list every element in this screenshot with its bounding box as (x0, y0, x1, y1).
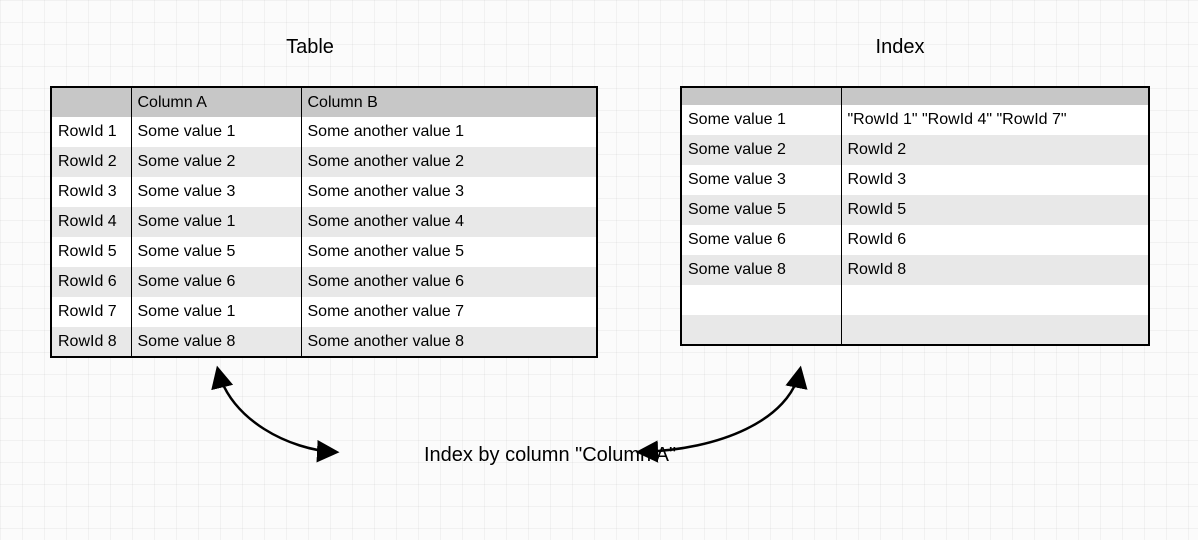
table-cell: RowId 6 (841, 225, 1149, 255)
table-cell: Some another value 8 (301, 327, 597, 357)
table-cell: Some value 6 (131, 267, 301, 297)
table-cell: RowId 8 (51, 327, 131, 357)
table-row: RowId 3Some value 3Some another value 3 (51, 177, 597, 207)
table-row: RowId 7Some value 1Some another value 7 (51, 297, 597, 327)
table-row: Some value 6RowId 6 (681, 225, 1149, 255)
table-row: RowId 1Some value 1Some another value 1 (51, 117, 597, 147)
table-row: Some value 8RowId 8 (681, 255, 1149, 285)
table-cell: RowId 2 (841, 135, 1149, 165)
table-cell: Some another value 5 (301, 237, 597, 267)
table-cell: "RowId 1" "RowId 4" "RowId 7" (841, 105, 1149, 135)
data-table: Column A Column B RowId 1Some value 1Som… (50, 86, 598, 358)
table-header-row (681, 87, 1149, 105)
table-cell: RowId 6 (51, 267, 131, 297)
table-cell: RowId 7 (51, 297, 131, 327)
table-cell: RowId 3 (51, 177, 131, 207)
table-cell (841, 285, 1149, 315)
table-header-row: Column A Column B (51, 87, 597, 117)
table-cell: Some value 1 (131, 207, 301, 237)
table-cell: RowId 3 (841, 165, 1149, 195)
table-cell: Some another value 2 (301, 147, 597, 177)
table-cell: Some another value 3 (301, 177, 597, 207)
table-cell: RowId 1 (51, 117, 131, 147)
table-row: RowId 2Some value 2Some another value 2 (51, 147, 597, 177)
table-cell: RowId 5 (841, 195, 1149, 225)
header-cell (51, 87, 131, 117)
table-cell: Some value 2 (681, 135, 841, 165)
header-cell: Column B (301, 87, 597, 117)
table-cell: Some value 1 (131, 297, 301, 327)
table-cell: Some another value 7 (301, 297, 597, 327)
table-row: Some value 5RowId 5 (681, 195, 1149, 225)
header-cell (681, 87, 841, 105)
table-cell: Some value 1 (131, 117, 301, 147)
table-row: RowId 6Some value 6Some another value 6 (51, 267, 597, 297)
table-row: RowId 5Some value 5Some another value 5 (51, 237, 597, 267)
table-cell: RowId 4 (51, 207, 131, 237)
table-cell: Some another value 1 (301, 117, 597, 147)
table-cell: RowId 2 (51, 147, 131, 177)
table-cell: Some value 8 (131, 327, 301, 357)
table-row: Some value 1"RowId 1" "RowId 4" "RowId 7… (681, 105, 1149, 135)
table-row: RowId 8Some value 8Some another value 8 (51, 327, 597, 357)
header-cell: Column A (131, 87, 301, 117)
table-cell: RowId 8 (841, 255, 1149, 285)
table-cell: Some value 8 (681, 255, 841, 285)
diagram-caption: Index by column "Column A" (340, 444, 760, 467)
table-cell: Some value 3 (131, 177, 301, 207)
table-row: RowId 4Some value 1Some another value 4 (51, 207, 597, 237)
table-cell: Some value 1 (681, 105, 841, 135)
header-cell (841, 87, 1149, 105)
index-table: Some value 1"RowId 1" "RowId 4" "RowId 7… (680, 86, 1150, 346)
table-cell (681, 285, 841, 315)
table-row (681, 285, 1149, 315)
table-cell: Some another value 6 (301, 267, 597, 297)
index-title: Index (840, 36, 960, 59)
table-cell: Some value 2 (131, 147, 301, 177)
table-row: Some value 2RowId 2 (681, 135, 1149, 165)
table-title: Table (250, 36, 370, 59)
table-row (681, 315, 1149, 345)
table-cell: RowId 5 (51, 237, 131, 267)
table-cell: Some value 3 (681, 165, 841, 195)
table-cell: Some value 5 (681, 195, 841, 225)
table-cell: Some another value 4 (301, 207, 597, 237)
table-cell (681, 315, 841, 345)
table-cell (841, 315, 1149, 345)
table-row: Some value 3RowId 3 (681, 165, 1149, 195)
table-cell: Some value 5 (131, 237, 301, 267)
table-cell: Some value 6 (681, 225, 841, 255)
